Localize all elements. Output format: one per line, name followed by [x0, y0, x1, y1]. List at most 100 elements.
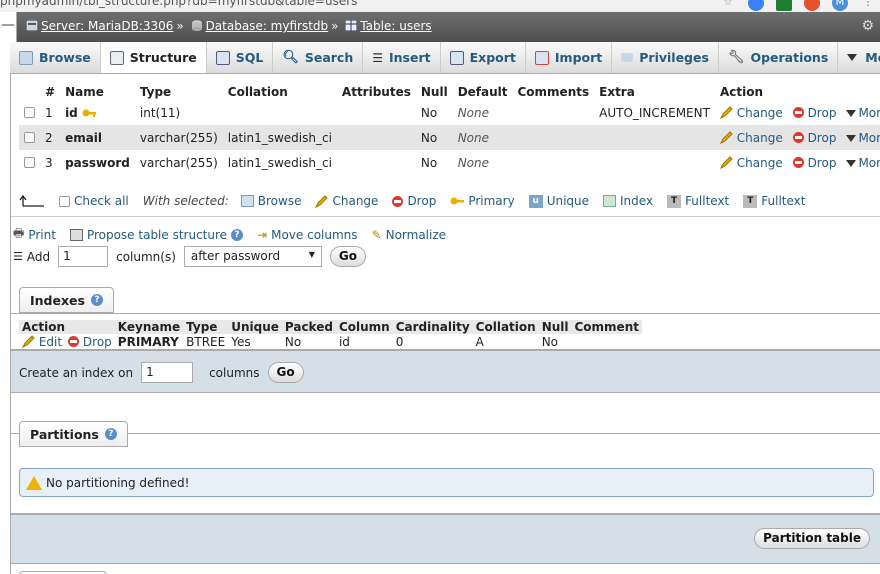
- help-icon[interactable]: ?: [90, 294, 103, 306]
- tab-sql[interactable]: SQL: [207, 42, 274, 73]
- move-columns-link[interactable]: ⇥ Move columns: [257, 228, 357, 242]
- bulk-primary-button[interactable]: Primary: [450, 194, 515, 208]
- create-index-count-input[interactable]: 1: [141, 362, 194, 383]
- table-row[interactable]: 2 email varchar(255) latin1_swedish_ci N…: [19, 125, 880, 150]
- col-comments: Comments: [512, 84, 595, 100]
- pencil-icon: [719, 105, 733, 119]
- change-link[interactable]: Change: [714, 100, 788, 125]
- url-text[interactable]: phpmyadmin/tbl_structure.php?db=myfirstd…: [0, 0, 357, 8]
- tab-search[interactable]: 🔍︎ Search: [273, 42, 364, 73]
- breadcrumb-database[interactable]: Database: myfirstdb: [206, 19, 329, 33]
- tab-operations[interactable]: 🔧︎ Operations: [719, 42, 839, 73]
- col-check: [19, 84, 40, 100]
- bulk-index-button[interactable]: Index: [603, 194, 653, 208]
- sheets-icon[interactable]: [776, 0, 792, 11]
- column-collation: [222, 100, 337, 125]
- primary-key-icon: [82, 109, 96, 117]
- structure-table: # Name Type Collation Attributes Null De…: [19, 84, 880, 175]
- tab-insert[interactable]: ☰ Insert: [363, 42, 441, 73]
- column-comments: [512, 150, 595, 175]
- row-checkbox[interactable]: [24, 106, 35, 118]
- create-index-bar: Create an index on 1 columns Go: [11, 350, 880, 393]
- tab-label: Browse: [39, 50, 91, 65]
- column-name: password: [60, 150, 135, 175]
- bulk-fulltext-button[interactable]: T Fulltext: [667, 194, 729, 208]
- help-icon[interactable]: ?: [104, 428, 117, 440]
- drop-link[interactable]: Drop: [787, 125, 842, 150]
- index-icon: [603, 195, 617, 207]
- drop-link[interactable]: Drop: [787, 150, 842, 175]
- drop-icon: [792, 106, 804, 118]
- propose-structure-link[interactable]: Propose table structure?: [69, 228, 244, 242]
- breadcrumb-table[interactable]: Table: users: [360, 19, 431, 33]
- drop-index-link[interactable]: Drop: [65, 334, 115, 349]
- export-icon: [449, 50, 464, 65]
- col-extra: Extra: [594, 84, 715, 100]
- partitions-panel: No partitioning defined!: [11, 433, 880, 514]
- bulk-browse-button[interactable]: Browse: [240, 194, 301, 208]
- add-position-select[interactable]: after password: [183, 246, 322, 267]
- bulk-drop-button[interactable]: Drop: [392, 194, 436, 208]
- browser-menu-icon[interactable]: ⋮: [860, 0, 876, 11]
- normalize-link[interactable]: ✎ Normalize: [372, 228, 447, 242]
- column-default: None: [452, 150, 513, 175]
- checkbox[interactable]: [59, 195, 70, 207]
- tab-browse[interactable]: Browse: [10, 42, 101, 73]
- table-row[interactable]: 3 password varchar(255) latin1_swedish_c…: [19, 150, 880, 175]
- print-link[interactable]: 🖶 Print: [13, 224, 56, 245]
- row-checkbox[interactable]: [24, 156, 35, 168]
- tab-privileges[interactable]: Privileges: [612, 42, 719, 73]
- avatar[interactable]: M: [832, 0, 848, 11]
- column-attributes: [336, 100, 416, 125]
- browser-address-bar[interactable]: phpmyadmin/tbl_structure.php?db=myfirstd…: [0, 0, 880, 12]
- idx-col-action: Action: [19, 320, 115, 334]
- more-dropdown[interactable]: More: [841, 100, 880, 125]
- bulk-fulltext-button-2[interactable]: T Fulltext: [743, 194, 805, 208]
- partition-footer: Partition table: [11, 514, 880, 564]
- create-index-unit: columns: [209, 365, 260, 380]
- print-label: Print: [28, 227, 56, 242]
- more-dropdown[interactable]: More: [841, 150, 880, 175]
- extension-icon[interactable]: [748, 0, 764, 11]
- idx-col-type: Type: [183, 320, 229, 334]
- index-row[interactable]: Edit Drop PRIMARY BTREE Yes No id 0 A No: [19, 334, 642, 349]
- check-all-checkbox[interactable]: Check all: [59, 194, 129, 208]
- check-all-bar: Check all With selected: Browse Change D…: [19, 194, 819, 208]
- help-icon[interactable]: ?: [231, 228, 244, 241]
- bulk-change-button[interactable]: Change: [315, 194, 378, 208]
- create-index-go-button[interactable]: Go: [267, 362, 304, 383]
- change-link[interactable]: Change: [714, 125, 788, 150]
- tab-more[interactable]: More: [838, 42, 880, 73]
- add-column-icon: ☰: [13, 250, 23, 263]
- tab-label: Operations: [750, 50, 829, 65]
- warning-icon: [26, 475, 42, 490]
- col-name: Name: [60, 84, 135, 100]
- star-icon[interactable]: ☆: [720, 0, 736, 11]
- tab-label: Search: [304, 50, 354, 65]
- table-row[interactable]: 1 id int(11) No None AUTO_INCREMENT Chan…: [19, 100, 880, 125]
- settings-gear-icon[interactable]: ⚙: [861, 18, 874, 34]
- drop-icon: [792, 156, 804, 168]
- more-dropdown[interactable]: More: [841, 125, 880, 150]
- chevron-down-icon: [846, 159, 857, 167]
- breadcrumb-server[interactable]: Server: MariaDB:3306: [41, 19, 173, 33]
- index-comment: [572, 334, 642, 349]
- tab-export[interactable]: Export: [441, 42, 526, 73]
- drop-link[interactable]: Drop: [787, 100, 842, 125]
- extension-g-icon[interactable]: [804, 0, 820, 11]
- collapse-nav-button[interactable]: —: [0, 12, 17, 42]
- change-label: Change: [736, 105, 783, 120]
- change-link[interactable]: Change: [714, 150, 788, 175]
- add-column-count-input[interactable]: 1: [58, 246, 109, 267]
- tab-structure[interactable]: Structure: [100, 42, 207, 73]
- privileges-icon: [621, 53, 634, 62]
- tab-import[interactable]: Import: [526, 42, 613, 73]
- edit-index-link[interactable]: Edit: [19, 334, 65, 349]
- add-columns-go-button[interactable]: Go: [329, 246, 366, 267]
- partition-table-button[interactable]: Partition table: [754, 528, 870, 549]
- row-checkbox[interactable]: [24, 131, 35, 143]
- index-keyname: PRIMARY: [117, 334, 179, 349]
- bulk-unique-button[interactable]: u Unique: [528, 194, 589, 208]
- wrench-icon: 🔧︎: [727, 50, 745, 65]
- column-type: int(11): [134, 100, 223, 125]
